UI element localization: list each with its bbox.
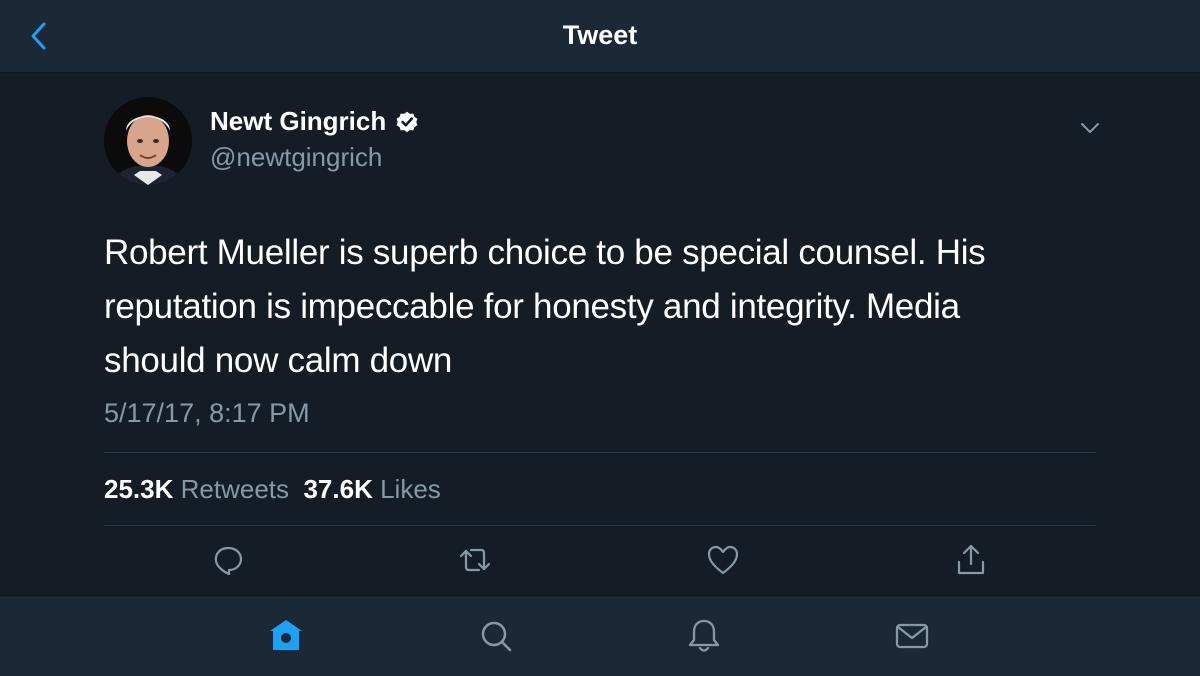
likes-stat[interactable]: 37.6K Likes <box>303 474 440 504</box>
retweets-stat[interactable]: 25.3K Retweets <box>104 474 289 504</box>
tab-messages[interactable] <box>892 616 932 656</box>
share-button[interactable] <box>951 540 991 580</box>
reply-icon <box>214 546 243 576</box>
top-bar: Tweet <box>0 0 1200 73</box>
divider <box>104 452 1096 453</box>
author-handle[interactable]: @newtgingrich <box>210 142 382 173</box>
retweets-label: Retweets <box>180 474 290 504</box>
home-icon <box>270 620 302 650</box>
divider <box>104 525 1096 526</box>
like-icon <box>707 545 739 575</box>
tab-notifications[interactable] <box>684 616 724 656</box>
messages-icon <box>895 623 929 649</box>
tweet-timestamp: 5/17/17, 8:17 PM <box>104 398 310 428</box>
page-title: Tweet <box>562 20 638 50</box>
likes-label: Likes <box>380 474 441 504</box>
author-name: Newt Gingrich <box>210 106 387 136</box>
verified-badge-icon <box>396 111 418 132</box>
tab-search[interactable] <box>476 616 516 656</box>
retweet-button[interactable] <box>455 540 495 580</box>
reply-button[interactable] <box>208 540 248 580</box>
author-name-row[interactable]: Newt Gingrich <box>210 106 420 137</box>
notifications-icon <box>688 619 720 652</box>
engagement-stats: 25.3K Retweets 37.6K Likes <box>104 474 441 505</box>
retweets-count: 25.3K <box>104 474 174 504</box>
more-options-button[interactable] <box>1076 114 1104 142</box>
avatar-image <box>104 97 192 185</box>
chevron-down-icon <box>1081 123 1099 133</box>
avatar[interactable] <box>104 97 192 185</box>
retweet-icon <box>459 548 491 572</box>
share-icon <box>957 544 985 575</box>
tab-home[interactable] <box>266 616 306 656</box>
bottom-tab-bar <box>0 595 1200 676</box>
like-button[interactable] <box>703 540 743 580</box>
tweet-text: Robert Mueller is superb choice to be sp… <box>104 233 986 380</box>
search-icon <box>481 621 512 652</box>
likes-count: 37.6K <box>303 474 373 504</box>
